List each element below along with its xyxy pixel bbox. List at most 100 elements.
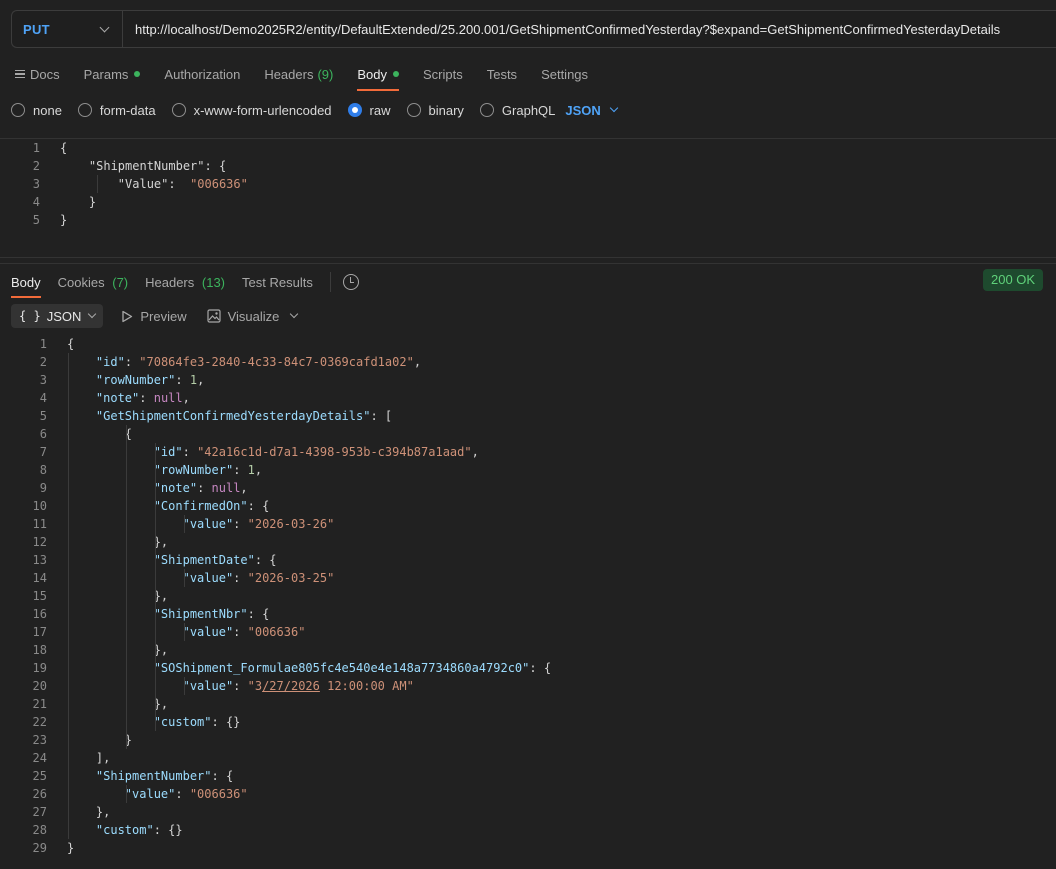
code-token: "ShipmentDate" [153,553,255,567]
play-icon [122,310,133,322]
code-token: , [471,445,479,459]
code-token: "GetShipmentConfirmedYesterdayDetails" [95,409,371,423]
line-number: 10 [32,499,47,513]
code-token: "ShipmentNumber" [95,769,212,783]
code-token: "ShipmentNbr" [153,607,248,621]
tab-params[interactable]: Params [84,64,141,84]
code-line: 28 "custom": {} [0,821,1056,839]
request-body-editor[interactable]: 1{2 "ShipmentNumber": {3 "Value": "00663… [0,139,1056,229]
code-token: { [60,141,68,155]
code-token: "ShipmentNumber" [88,159,205,173]
code-text: "note": null, [67,479,248,497]
code-text: }, [67,695,168,713]
response-toolbar: { } JSON Preview Visualize [11,304,299,328]
tab-docs[interactable]: Docs [15,64,60,84]
response-tab-test-results[interactable]: Test Results [242,275,313,290]
code-token: : [182,445,198,459]
code-token: , [254,463,263,477]
indent-guide [126,785,127,803]
chevron-down-icon [88,309,97,319]
tab-params-label: Params [83,66,129,82]
code-text: "rowNumber": 1, [67,461,262,479]
code-token: "value" [182,679,234,693]
response-tab-headers[interactable]: Headers (13) [145,275,225,290]
code-line: 12 }, [0,533,1056,551]
body-type-urlencoded-label: x-www-form-urlencoded [193,102,332,118]
visualize-button[interactable]: Visualize [207,309,279,324]
code-text: { [60,139,67,157]
body-type-urlencoded[interactable]: x-www-form-urlencoded [171,102,332,118]
raw-language-select[interactable]: JSON [565,103,619,118]
radio-raw[interactable] [347,103,362,117]
code-token: 1 [247,463,255,477]
params-indicator-dot [134,71,141,77]
history-icon[interactable] [342,274,359,290]
body-type-none[interactable]: none [11,103,62,118]
code-line: 21 }, [0,695,1056,713]
method-select[interactable]: PUT [12,11,123,47]
tab-settings[interactable]: Settings [541,64,588,84]
response-format-select[interactable]: { } JSON [11,304,104,328]
radio-binary[interactable] [406,103,421,117]
image-icon [207,309,221,323]
code-line: 3 "rowNumber": 1, [0,371,1056,389]
response-body-viewer[interactable]: 1{2 "id": "70864fe3-2840-4c33-84c7-0369c… [0,335,1056,857]
method-label: PUT [23,21,50,37]
code-token: : [233,679,248,693]
body-type-raw[interactable]: raw [347,103,391,118]
response-tab-cookies[interactable]: Cookies (7) [58,275,128,290]
status-badge[interactable]: 200 OK [983,269,1044,291]
line-number: 3 [32,177,40,191]
line-number: 16 [32,607,47,621]
url-input[interactable]: http://localhost/Demo2025R2/entity/Defau… [123,22,1000,37]
code-token: "006636" [190,177,248,191]
indent-guide [97,175,98,193]
code-token: : { [254,553,277,567]
tab-headers[interactable]: Headers (9) [264,64,333,84]
response-tab-body[interactable]: Body [11,275,41,298]
indent-guide [184,515,185,533]
tab-authorization[interactable]: Authorization [164,64,240,84]
radio-urlencoded[interactable] [171,103,186,117]
line-number: 11 [32,517,47,531]
code-token: }, [67,589,169,603]
line-number: 28 [32,823,47,837]
line-number: 5 [32,213,40,227]
body-type-form-data[interactable]: form-data [77,103,156,118]
radio-form-data[interactable] [77,103,92,117]
code-text: { [67,425,132,443]
indent-guide [184,623,185,641]
code-token: "42a16c1d-d7a1-4398-953b-c394b87a1aad" [197,445,472,459]
body-type-binary[interactable]: binary [406,103,464,118]
code-token: : [175,373,190,387]
tab-tests[interactable]: Tests [487,64,517,84]
body-type-graphql[interactable]: GraphQL [479,103,555,118]
preview-button[interactable]: Preview [121,309,187,324]
code-token: } [67,841,75,855]
code-text: "rowNumber": 1, [67,371,204,389]
code-token: : [168,177,191,191]
code-token: }, [67,643,169,657]
tab-scripts[interactable]: Scripts [423,64,463,84]
code-text: "value": "2026-03-25" [67,569,335,587]
braces-icon: { } [19,309,41,323]
code-token: /27/2026 [262,679,320,693]
radio-none[interactable] [11,103,25,117]
code-line: 8 "rowNumber": 1, [0,461,1056,479]
code-text: "ShipmentNumber": { [60,157,226,175]
code-line: 5 "GetShipmentConfirmedYesterdayDetails"… [0,407,1056,425]
radio-graphql[interactable] [479,103,494,117]
tab-body[interactable]: Body [357,64,399,91]
chevron-down-icon[interactable] [290,309,299,319]
code-line: 25 "ShipmentNumber": { [0,767,1056,785]
code-line: 14 "value": "2026-03-25" [0,569,1056,587]
line-number: 14 [32,571,47,585]
code-line: 26 "value": "006636" [0,785,1056,803]
code-text: }, [67,641,168,659]
